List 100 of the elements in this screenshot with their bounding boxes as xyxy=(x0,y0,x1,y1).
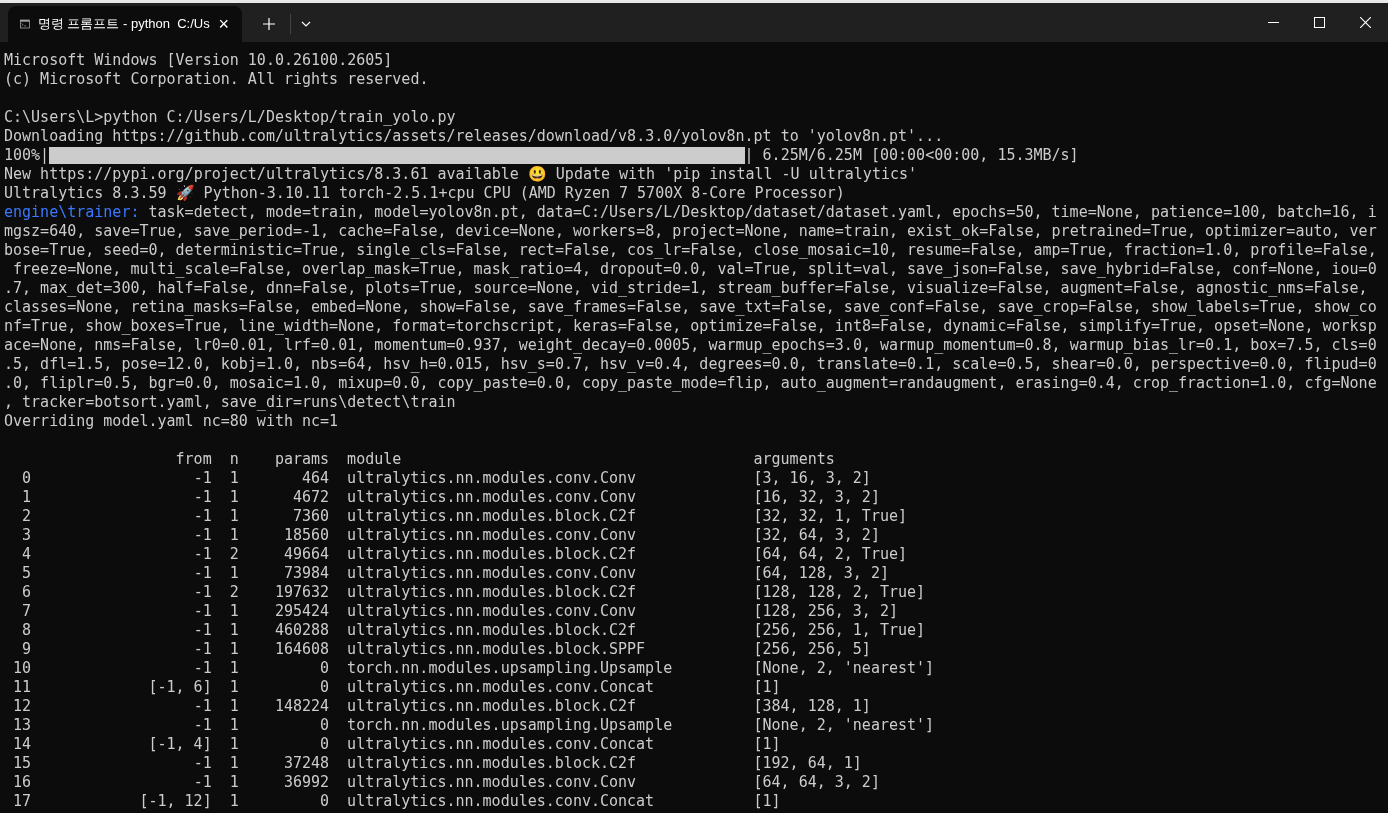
table-cell: 13 xyxy=(13,716,32,734)
table-cell: ultralytics.nn.modules.conv.Conv xyxy=(347,488,637,506)
table-cell: ultralytics.nn.modules.conv.Conv xyxy=(347,773,637,791)
table-cell: 15 xyxy=(13,754,32,772)
table-cell: [128, 128, 2, True] xyxy=(753,583,926,601)
table-cell: 4 xyxy=(22,545,32,563)
table-cell: 2 xyxy=(229,583,239,601)
table-cell: 0 xyxy=(320,716,330,734)
console-line: Downloading https://github.com/ultralytics/assets/releases/download/v8.3.0/yolov8n.pt to 'yolov8n.pt'... xyxy=(4,127,945,146)
table-cell: 1 xyxy=(229,716,239,734)
table-cell: 37248 xyxy=(283,754,330,772)
table-cell: [-1, 6] xyxy=(148,678,212,696)
table-cell: [384, 128, 1] xyxy=(753,697,871,715)
terminal-icon xyxy=(20,17,30,31)
table-cell: ultralytics.nn.modules.block.C2f xyxy=(347,583,637,601)
table-cell: [-1, 12] xyxy=(139,792,212,810)
column-header: arguments xyxy=(753,450,835,468)
console-line: , tracker=botsort.yaml, save_dir=runs\detect\train xyxy=(4,393,457,412)
table-cell: [1] xyxy=(753,735,781,753)
table-cell: [None, 2, 'nearest'] xyxy=(753,716,935,734)
table-cell: [3, 16, 3, 2] xyxy=(753,469,871,487)
table-cell: 9 xyxy=(22,640,32,658)
table-cell: [64, 128, 3, 2] xyxy=(753,564,889,582)
table-cell: [-1, 4] xyxy=(148,735,212,753)
table-cell: [64, 64, 2, True] xyxy=(753,545,907,563)
tab[interactable]: 명령 프롬프트 - python C:/Us × xyxy=(8,6,242,42)
table-cell: 18560 xyxy=(283,526,330,544)
table-cell: 5 xyxy=(22,564,32,582)
console-line: .7, max_det=300, half=False, dnn=False, plots=True, source=None, vid_stride=1, stream_buffer=False, visualize=False, augment=False, agnostic_nms=False, xyxy=(4,279,1369,298)
table-cell: -1 xyxy=(193,469,212,487)
console-line: .0, fliplr=0.5, bgr=0.0, mosaic=1.0, mixup=0.0, copy_paste=0.0, copy_paste_mode=flip, auto_augment=randaugment, erasing=0.4, crop_fraction=1.0, cfg=None xyxy=(4,374,1378,393)
table-cell: -1 xyxy=(193,507,212,525)
close-icon xyxy=(1359,17,1371,28)
console-line: freeze=None, multi_scale=False, overlap_mask=True, mask_ratio=4, dropout=0.0, val=True, split=val, save_json=False, save_hybrid=False, conf=None, iou=0 xyxy=(12,260,1378,279)
table-cell: [256, 256, 5] xyxy=(753,640,871,658)
table-cell: 1 xyxy=(229,697,239,715)
table-cell: 1 xyxy=(229,469,239,487)
log-prefix: engine\trainer: xyxy=(4,203,140,222)
table-cell: ultralytics.nn.modules.block.C2f xyxy=(347,621,637,639)
progress-reading: | 6.25M/6.25M [00:00<00:00, 15.3MB/s] xyxy=(744,146,1079,165)
minimize-icon xyxy=(1267,22,1279,23)
table-cell: ultralytics.nn.modules.conv.Concat xyxy=(347,735,655,753)
table-cell: 0 xyxy=(320,735,330,753)
table-cell: 49664 xyxy=(283,545,330,563)
table-cell: torch.nn.modules.upsampling.Upsample xyxy=(347,716,673,734)
table-cell: 1 xyxy=(229,621,239,639)
table-cell: ultralytics.nn.modules.block.SPPF xyxy=(347,640,646,658)
table-cell: ultralytics.nn.modules.conv.Conv xyxy=(347,526,637,544)
console-line: mgsz=640, save=True, save_period=-1, cache=False, device=None, workers=8, project=None, name=train, exist_ok=False, pretrained=True, optimizer=auto, ver xyxy=(4,222,1378,241)
table-cell: ultralytics.nn.modules.conv.Conv xyxy=(347,602,637,620)
table-cell: ultralytics.nn.modules.block.C2f xyxy=(347,545,637,563)
table-cell: -1 xyxy=(193,716,212,734)
table-cell: 0 xyxy=(320,792,330,810)
table-cell: 464 xyxy=(301,469,330,487)
console-line: Ultralytics 8.3.59 🚀 Python-3.10.11 torch-2.5.1+cpu CPU (AMD Ryzen 7 5700X 8-Core Processor) xyxy=(4,184,846,203)
table-cell: -1 xyxy=(193,564,212,582)
table-cell: [32, 64, 3, 2] xyxy=(753,526,880,544)
table-cell: 4672 xyxy=(292,488,330,506)
table-cell: ultralytics.nn.modules.block.C2f xyxy=(347,754,637,772)
table-cell: [128, 256, 3, 2] xyxy=(753,602,898,620)
table-cell: ultralytics.nn.modules.conv.Conv xyxy=(347,564,637,582)
table-cell: ultralytics.nn.modules.conv.Conv xyxy=(347,469,637,487)
table-cell: -1 xyxy=(193,640,212,658)
column-header: n xyxy=(229,450,239,468)
table-cell: 1 xyxy=(229,773,239,791)
table-cell: [32, 32, 1, True] xyxy=(753,507,907,525)
table-cell: torch.nn.modules.upsampling.Upsample xyxy=(347,659,673,677)
table-cell: ultralytics.nn.modules.block.C2f xyxy=(347,507,637,525)
close-tab-button[interactable]: × xyxy=(217,15,230,33)
table-cell: [64, 64, 3, 2] xyxy=(753,773,880,791)
table-cell: 1 xyxy=(229,507,239,525)
table-cell: -1 xyxy=(193,659,212,677)
console-line: Microsoft Windows [Version 10.0.26100.2605] xyxy=(4,51,394,70)
table-cell: [None, 2, 'nearest'] xyxy=(753,659,935,677)
table-cell: -1 xyxy=(193,583,212,601)
console-line: task=detect, mode=train, model=yolov8n.pt, data=C:/Users/L/Desktop/dataset/dataset.yaml, epochs=50, time=None, patience=100, batch=16, i xyxy=(148,203,1377,222)
table-cell: 1 xyxy=(229,640,239,658)
table-cell: 7360 xyxy=(292,507,330,525)
console-line: ace=None, nms=False, lr0=0.01, lrf=0.01, momentum=0.937, weight_decay=0.0005, warmup_epochs=3.0, warmup_momentum=0.8, warmup_bias_lr=0.1, box=7.5, cls=0 xyxy=(4,336,1378,355)
table-cell: 0 xyxy=(320,678,330,696)
maximize-icon xyxy=(1313,17,1325,28)
table-cell: -1 xyxy=(193,545,212,563)
table-cell: -1 xyxy=(193,526,212,544)
table-cell: 1 xyxy=(229,564,239,582)
table-cell: 1 xyxy=(229,754,239,772)
table-cell: ultralytics.nn.modules.conv.Concat xyxy=(347,792,655,810)
table-cell: 17 xyxy=(13,792,32,810)
table-cell: 1 xyxy=(229,735,239,753)
table-cell: 0 xyxy=(320,659,330,677)
table-cell: -1 xyxy=(193,697,212,715)
table-cell: 3 xyxy=(22,526,32,544)
console-line: bose=True, seed=0, deterministic=True, single_cls=False, rect=False, cos_lr=False, close_mosaic=10, resume=False, amp=True, fraction=1.0, profile=False, xyxy=(4,241,1378,260)
table-cell: 1 xyxy=(229,659,239,677)
console-line: C:\Users\L>python C:/Users/L/Desktop/train_yolo.py xyxy=(4,108,457,127)
table-cell: [1] xyxy=(753,678,781,696)
column-header: from xyxy=(175,450,212,468)
table-cell: [192, 64, 1] xyxy=(753,754,862,772)
table-cell: [16, 32, 3, 2] xyxy=(753,488,880,506)
table-cell: 2 xyxy=(22,507,32,525)
table-cell: 6 xyxy=(22,583,32,601)
